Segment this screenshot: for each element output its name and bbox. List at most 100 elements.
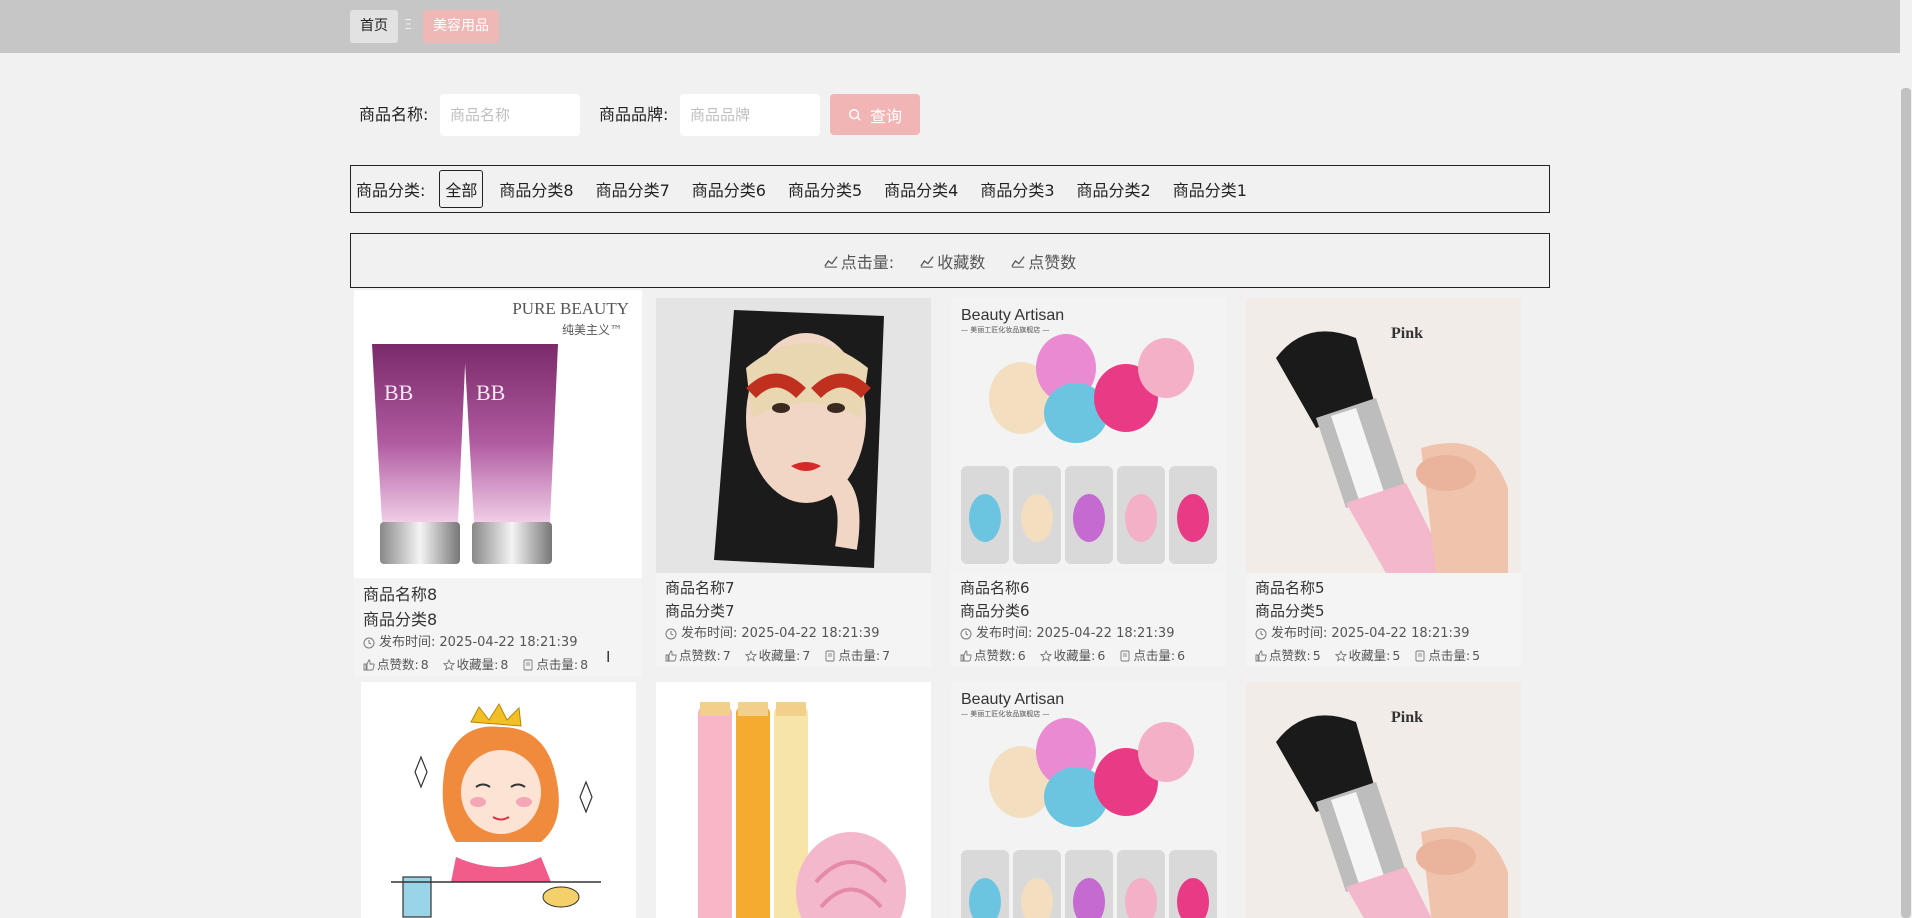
sort-clicks-label: 点击量:: [840, 252, 895, 272]
product-image-makeup-sponges[interactable]: Beauty Artisan — 美丽工匠化妆品旗舰店 —: [951, 682, 1226, 918]
click-label: 点击量:: [536, 657, 579, 672]
product-image-bath-set[interactable]: [656, 682, 931, 918]
favorite-count: 5: [1392, 648, 1401, 663]
brand-text: Pink: [1391, 325, 1423, 342]
click-count: 5: [1472, 648, 1481, 663]
breadcrumb-current[interactable]: 美容用品: [423, 10, 499, 43]
sort-by-likes[interactable]: 点赞数: [1011, 249, 1076, 273]
click-count: 8: [580, 657, 589, 672]
click-count: 6: [1177, 648, 1186, 663]
document-icon: [1120, 650, 1130, 662]
svg-text:BB: BB: [476, 380, 505, 405]
thumb-up-icon: [1255, 650, 1267, 662]
sort-bar: 点击量: 收藏数 点赞数: [350, 233, 1550, 288]
like-label: 点赞数:: [974, 648, 1016, 663]
click-label: 点击量:: [1428, 648, 1471, 663]
product-card[interactable]: Beauty Artisan — 美丽工匠化妆品旗舰店 —: [951, 682, 1226, 918]
thumb-up-icon: [665, 650, 677, 662]
favorite-label: 收藏量:: [758, 648, 801, 663]
top-navbar: [0, 0, 1900, 53]
product-card[interactable]: Pink 商品名称5 商品分类5 发布时间: 2025-04-22 18:21:…: [1246, 298, 1521, 667]
clock-icon: [960, 628, 972, 640]
category-item-1[interactable]: 商品分类1: [1167, 170, 1253, 208]
brand-text: Beauty Artisan: [961, 307, 1064, 324]
chart-icon: [920, 255, 934, 268]
product-card[interactable]: Pink: [1246, 682, 1521, 918]
product-name: 商品名称5: [1255, 579, 1325, 597]
product-card[interactable]: Beauty Artisan — 美丽工匠化妆品旗舰店 — 商品名称6 商品分类…: [951, 298, 1226, 667]
product-image-pink-brush[interactable]: Pink: [1246, 298, 1521, 573]
category-all[interactable]: 全部: [439, 170, 484, 208]
product-brand-label: 商品品牌:: [599, 105, 669, 124]
category-item-6[interactable]: 商品分类6: [686, 170, 772, 208]
breadcrumb-home[interactable]: 首页: [350, 10, 398, 43]
search-icon: [849, 108, 861, 121]
clock-icon: [363, 637, 375, 649]
product-name-input[interactable]: [440, 94, 580, 136]
product-brand-input[interactable]: [680, 94, 820, 136]
category-item-7[interactable]: 商品分类7: [590, 170, 676, 208]
brand-text: Beauty Artisan: [961, 691, 1064, 708]
category-item-2[interactable]: 商品分类2: [1071, 170, 1157, 208]
text-cursor-icon: I: [606, 648, 611, 666]
product-category: 商品分类5: [1255, 602, 1325, 620]
star-icon: [1334, 650, 1347, 662]
like-label: 点赞数:: [679, 648, 721, 663]
product-image-eyelash-model[interactable]: [656, 298, 931, 573]
publish-time: 2025-04-22 18:21:39: [439, 635, 578, 650]
product-name: 商品名称7: [665, 579, 735, 597]
like-count: 6: [1017, 648, 1026, 663]
brand-subtext: 纯美主义™: [562, 323, 622, 337]
product-image-makeup-sponges[interactable]: Beauty Artisan — 美丽工匠化妆品旗舰店 —: [951, 298, 1226, 573]
publish-time: 2025-04-22 18:21:39: [1331, 626, 1470, 641]
sort-likes-label: 点赞数: [1028, 252, 1077, 272]
publish-time-label: 发布时间:: [1271, 626, 1328, 641]
favorite-count: 6: [1097, 648, 1106, 663]
like-count: 8: [420, 657, 429, 672]
favorite-label: 收藏量:: [1053, 648, 1096, 663]
publish-time: 2025-04-22 18:21:39: [1036, 626, 1175, 641]
click-label: 点击量:: [1133, 648, 1176, 663]
scrollbar-thumb[interactable]: [1901, 88, 1911, 918]
brand-text: Pink: [1391, 709, 1423, 726]
like-label: 点赞数:: [1269, 648, 1311, 663]
product-card[interactable]: 商品名称7 商品分类7 发布时间: 2025-04-22 18:21:39 点赞…: [656, 298, 931, 667]
product-name: 商品名称8: [363, 585, 438, 604]
brand-subtext: — 美丽工匠化妆品旗舰店 —: [961, 325, 1049, 334]
product-image-pink-brush[interactable]: Pink: [1246, 682, 1521, 918]
product-card[interactable]: [656, 682, 931, 918]
favorite-label: 收藏量:: [456, 657, 499, 672]
star-icon: [442, 659, 455, 671]
favorite-count: 7: [802, 648, 811, 663]
sort-by-clicks[interactable]: 点击量:: [824, 249, 894, 273]
document-icon: [523, 659, 533, 671]
brand-text: PURE BEAUTY: [512, 299, 629, 318]
breadcrumb-separator: Ξ: [404, 18, 413, 33]
publish-time-label: 发布时间:: [681, 626, 738, 641]
category-item-8[interactable]: 商品分类8: [493, 170, 579, 208]
product-card[interactable]: [361, 682, 636, 918]
brand-subtext: — 美丽工匠化妆品旗舰店 —: [961, 709, 1049, 718]
favorite-label: 收藏量:: [1348, 648, 1391, 663]
product-name: 商品名称6: [960, 579, 1030, 597]
category-item-3[interactable]: 商品分类3: [974, 170, 1060, 208]
favorite-count: 8: [500, 657, 509, 672]
thumb-up-icon: [363, 659, 375, 671]
chart-icon: [824, 255, 838, 268]
search-button-label: 查询: [869, 106, 902, 126]
sort-by-favorites[interactable]: 收藏数: [920, 249, 985, 273]
search-button[interactable]: 查询: [830, 94, 920, 135]
product-card[interactable]: PURE BEAUTY 纯美主义™ BB BB 商品名称8 商品分类8 发布时间…: [354, 290, 642, 676]
category-item-4[interactable]: 商品分类4: [878, 170, 964, 208]
document-icon: [1415, 650, 1425, 662]
clock-icon: [665, 628, 677, 640]
product-image-cartoon-makeup[interactable]: [361, 682, 636, 918]
star-icon: [744, 650, 757, 662]
product-category: 商品分类7: [665, 602, 735, 620]
click-count: 7: [882, 648, 891, 663]
click-label: 点击量:: [838, 648, 881, 663]
product-image-bb-cream[interactable]: PURE BEAUTY 纯美主义™ BB BB: [354, 290, 642, 578]
like-count: 5: [1312, 648, 1321, 663]
document-icon: [825, 650, 835, 662]
category-item-5[interactable]: 商品分类5: [782, 170, 868, 208]
